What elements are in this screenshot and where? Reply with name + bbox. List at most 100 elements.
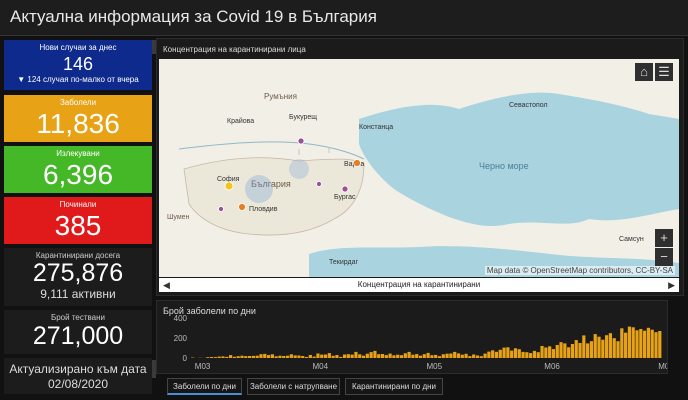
bar[interactable] xyxy=(643,330,647,358)
bar[interactable] xyxy=(221,356,225,358)
bar[interactable] xyxy=(358,354,362,358)
bar[interactable] xyxy=(392,355,396,358)
bar[interactable] xyxy=(472,354,476,359)
bar[interactable] xyxy=(582,335,586,358)
bar[interactable] xyxy=(327,353,331,358)
bar[interactable] xyxy=(441,354,445,358)
bar[interactable] xyxy=(460,354,464,358)
bar[interactable] xyxy=(304,357,309,358)
bar[interactable] xyxy=(232,356,236,358)
bar[interactable] xyxy=(350,354,354,358)
bar[interactable] xyxy=(548,346,552,358)
bar[interactable] xyxy=(411,354,415,358)
bar[interactable] xyxy=(209,357,214,358)
bar[interactable] xyxy=(251,355,255,358)
bar[interactable] xyxy=(266,355,271,358)
bar[interactable] xyxy=(236,356,240,358)
bar[interactable] xyxy=(335,355,339,358)
bar[interactable] xyxy=(418,355,423,358)
bar[interactable] xyxy=(445,353,449,358)
tab-quarantined-per-day[interactable]: Карантинирани по дни xyxy=(345,378,443,395)
bar[interactable] xyxy=(551,349,556,358)
bar[interactable] xyxy=(487,351,491,358)
bar[interactable] xyxy=(346,354,350,358)
hotspot-varna[interactable] xyxy=(353,159,361,167)
bar[interactable] xyxy=(426,352,430,358)
map-next-arrow[interactable]: ▶ xyxy=(668,278,675,292)
hotspot-plovdiv[interactable] xyxy=(238,203,246,211)
bar[interactable] xyxy=(323,354,328,359)
bar[interactable] xyxy=(274,356,278,358)
bar[interactable] xyxy=(479,356,483,358)
bar[interactable] xyxy=(513,348,518,358)
zoom-out-button[interactable]: − xyxy=(655,248,673,266)
bar[interactable] xyxy=(399,355,404,358)
bar[interactable] xyxy=(529,353,533,358)
bar[interactable] xyxy=(369,352,373,358)
bar[interactable] xyxy=(403,353,407,358)
bar[interactable] xyxy=(570,344,575,358)
bar[interactable] xyxy=(388,353,392,358)
bar[interactable] xyxy=(521,351,525,358)
bar[interactable] xyxy=(259,354,263,358)
bar[interactable] xyxy=(646,327,651,358)
bar[interactable] xyxy=(510,350,514,358)
bar[interactable] xyxy=(593,334,597,358)
bar[interactable] xyxy=(605,335,609,358)
map-prev-arrow[interactable]: ◀ xyxy=(163,278,170,292)
bar[interactable] xyxy=(377,354,381,358)
bar[interactable] xyxy=(574,340,578,358)
bar[interactable] xyxy=(312,356,316,358)
bar[interactable] xyxy=(339,356,343,358)
bar[interactable] xyxy=(320,354,324,358)
bar[interactable] xyxy=(635,330,639,358)
bar[interactable] xyxy=(225,356,229,358)
bar[interactable] xyxy=(415,354,419,358)
bar[interactable] xyxy=(658,331,662,358)
bar[interactable] xyxy=(308,355,312,358)
bar[interactable] xyxy=(228,355,233,358)
bar[interactable] xyxy=(586,343,590,358)
bar[interactable] xyxy=(532,350,537,358)
bar[interactable] xyxy=(217,356,221,358)
bar[interactable] xyxy=(624,332,628,358)
bar[interactable] xyxy=(240,355,244,358)
bar[interactable] xyxy=(506,347,510,358)
bar[interactable] xyxy=(244,356,248,358)
bar[interactable] xyxy=(342,354,347,359)
bar[interactable] xyxy=(373,350,377,358)
bar[interactable] xyxy=(430,355,434,358)
bar[interactable] xyxy=(650,329,654,358)
bar[interactable] xyxy=(297,355,301,359)
bar[interactable] xyxy=(316,353,320,359)
bar[interactable] xyxy=(544,347,548,359)
bar[interactable] xyxy=(278,355,282,358)
bar[interactable] xyxy=(380,354,385,358)
bar[interactable] xyxy=(301,356,305,358)
bar[interactable] xyxy=(616,341,620,358)
bar[interactable] xyxy=(555,345,559,358)
bar[interactable] xyxy=(247,356,252,358)
bar[interactable] xyxy=(289,354,293,358)
bar[interactable] xyxy=(631,327,635,358)
bar[interactable] xyxy=(502,347,506,358)
hotspot-sliven[interactable] xyxy=(316,181,322,187)
bar[interactable] xyxy=(639,329,643,358)
bar[interactable] xyxy=(536,352,540,358)
bar[interactable] xyxy=(494,351,499,358)
bar[interactable] xyxy=(627,326,632,358)
bar[interactable] xyxy=(483,353,487,358)
bar[interactable] xyxy=(396,354,400,358)
bar[interactable] xyxy=(255,355,259,358)
bar[interactable] xyxy=(206,357,210,358)
bar[interactable] xyxy=(270,354,274,358)
bar[interactable] xyxy=(612,338,616,358)
bar[interactable] xyxy=(498,349,502,358)
bar[interactable] xyxy=(282,356,286,358)
bar[interactable] xyxy=(620,328,624,358)
legend-button[interactable]: ☰ xyxy=(655,63,673,81)
bar[interactable] xyxy=(407,351,411,358)
bar[interactable] xyxy=(449,353,453,359)
tab-infected-cumulative[interactable]: Заболели с натрупване xyxy=(247,378,340,395)
bar[interactable] xyxy=(384,355,388,358)
